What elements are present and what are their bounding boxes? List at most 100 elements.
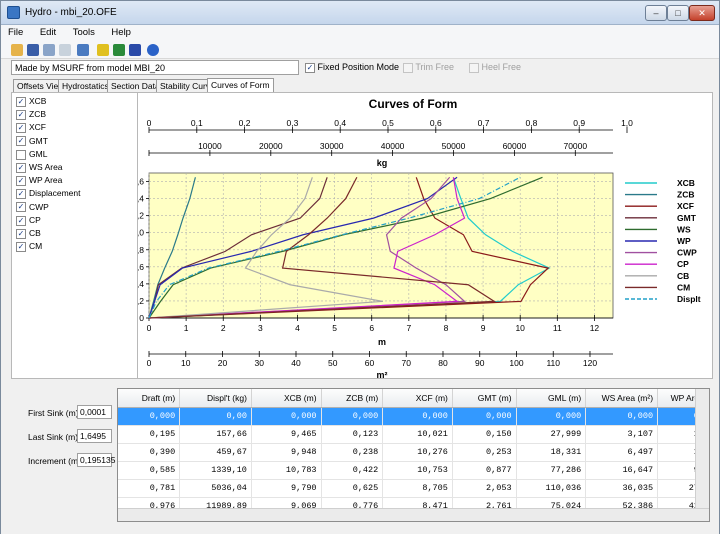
legend-label: CB xyxy=(677,271,689,281)
checkbox-xcf[interactable]: ✓ XCF xyxy=(16,122,46,134)
checkbox-box[interactable]: ✓ xyxy=(16,175,26,186)
table-cell: 10,783 xyxy=(251,461,322,480)
table-cell: 9,465 xyxy=(251,425,322,444)
y-tick-label: 0 xyxy=(139,313,144,323)
column-header[interactable]: Draft (m) xyxy=(118,389,181,408)
checkbox-box[interactable]: ✓ xyxy=(16,241,26,252)
y-tick-label: 1,4 xyxy=(138,194,144,204)
increment-input[interactable]: 0,195135 xyxy=(77,453,115,467)
table-cell: 8,705 xyxy=(382,479,453,498)
top-axis-1-tick-label: 0,3 xyxy=(286,118,298,128)
checkbox-gml[interactable]: GML xyxy=(16,149,47,160)
column-header[interactable]: GML (m) xyxy=(516,389,587,408)
save-icon[interactable] xyxy=(27,44,39,56)
tab-curves-of-form[interactable]: Curves of Form xyxy=(207,78,274,92)
table-row[interactable]: 0,390 459,67 9,948 0,238 10,276 0,253 18,331 6,… xyxy=(118,443,709,462)
table-cell: 0,000 xyxy=(251,407,322,426)
checkbox-gmt[interactable]: ✓ GMT xyxy=(16,136,48,147)
table-row[interactable]: 0,0000,000,0000,0000,0000,0000,0000,0000… xyxy=(118,407,709,426)
checkbox-box[interactable]: ✓ xyxy=(16,162,26,173)
checkbox-ws-area[interactable]: ✓ WS Area xyxy=(16,162,63,173)
y-tick-label: 1,6 xyxy=(138,177,144,187)
column-header[interactable]: XCF (m) xyxy=(382,389,453,408)
table-row[interactable]: 0,585 1339,10 10,783 0,422 10,753 0,877 77,286… xyxy=(118,461,709,480)
table-cell: 0,000 xyxy=(382,407,453,426)
checkbox-box[interactable]: ✓ xyxy=(16,136,26,147)
top-axis-2-label: kg xyxy=(377,158,388,168)
checkbox-wp-area[interactable]: ✓ WP Area xyxy=(16,175,62,186)
menu-help[interactable]: Help xyxy=(104,25,138,40)
checkbox-box[interactable]: ✓ xyxy=(16,228,26,239)
column-header[interactable]: XCB (m) xyxy=(251,389,322,408)
preview-icon[interactable] xyxy=(59,44,71,56)
copy-icon[interactable] xyxy=(77,44,89,56)
hull-icon[interactable] xyxy=(113,44,125,56)
bottom-axis-1-tick-label: 9 xyxy=(481,323,486,333)
checkbox-cp[interactable]: ✓ CP xyxy=(16,215,41,226)
close-button[interactable]: ✕ xyxy=(689,5,715,21)
table-row[interactable]: 0,781 5036,04 9,790 0,625 8,705 2,053 110,036 3… xyxy=(118,479,709,498)
column-header[interactable]: WS Area (m²) xyxy=(585,389,659,408)
open-icon[interactable] xyxy=(11,44,23,56)
chart-panel: Curves of Form 0 0,1 0,2 0,3 0,4 0,5 0,6 0,7 0,8 0… xyxy=(109,92,713,380)
ruler-icon[interactable] xyxy=(97,44,109,56)
table-cell: 459,67 xyxy=(179,443,252,462)
anchor-icon[interactable] xyxy=(129,44,141,56)
checkbox-box[interactable]: ✓ xyxy=(16,109,26,120)
title-bar: Hydro - mbi_20.OFE – □ ✕ xyxy=(1,1,719,25)
tab-hydrostatics[interactable]: Hydrostatics xyxy=(58,79,113,92)
checkbox-cwp[interactable]: ✓ CWP xyxy=(16,202,49,213)
table-cell: 36,035 xyxy=(585,479,659,498)
checkbox-label: CP xyxy=(29,214,41,225)
table-cell: 0,422 xyxy=(321,461,384,480)
table-cell: 9,790 xyxy=(251,479,322,498)
bottom-axis-1-tick-label: 10 xyxy=(515,323,525,333)
checkbox-displacement[interactable]: ✓ Displacement xyxy=(16,188,81,200)
top-axis-1-tick-label: 1,0 xyxy=(621,118,633,128)
first-sink-input[interactable]: 0,0001 xyxy=(77,405,112,419)
checkbox-label: CWP xyxy=(29,201,49,212)
top-axis-1-tick-label: 0,5 xyxy=(382,118,394,128)
column-header[interactable]: GMT (m) xyxy=(452,389,517,408)
table-cell: 0,000 xyxy=(516,407,587,426)
checkbox-label: ZCB xyxy=(29,109,46,120)
print-icon[interactable] xyxy=(43,44,55,56)
curve-selector-panel: ✓ XCB ✓ ZCB ✓ XCF ✓ GMT GML ✓ WS Area ✓ WP Area ✓ Disp… xyxy=(11,92,138,379)
fixed-position-option[interactable]: ✓ Fixed Position Mode xyxy=(305,62,399,73)
checkbox-label: Displacement xyxy=(29,188,81,199)
trim-free-label: Trim Free xyxy=(415,62,455,72)
checkbox-xcb[interactable]: ✓ XCB xyxy=(16,96,46,107)
bottom-axis-2-tick-label: 80 xyxy=(438,358,448,368)
last-sink-input[interactable]: 1,6495 xyxy=(77,429,112,443)
menu-edit[interactable]: Edit xyxy=(33,25,63,40)
checkbox-box[interactable]: ✓ xyxy=(16,96,26,107)
help-icon[interactable] xyxy=(147,44,159,56)
horizontal-scrollbar[interactable] xyxy=(118,508,709,521)
checkbox-cm[interactable]: ✓ CM xyxy=(16,241,42,252)
checkbox-box[interactable]: ✓ xyxy=(16,202,26,213)
top-axis-2-tick-label: 60000 xyxy=(503,141,527,151)
model-description-field[interactable]: Made by MSURF from model MBI_20 xyxy=(11,60,299,75)
column-header[interactable]: ZCB (m) xyxy=(321,389,384,408)
bottom-axis-2-tick-label: 0 xyxy=(147,358,152,368)
table-cell: 110,036 xyxy=(516,479,587,498)
checkbox-label: WS Area xyxy=(29,162,63,172)
checkbox-box[interactable]: ✓ xyxy=(16,123,26,134)
column-header[interactable]: Displ't (kg) xyxy=(179,389,252,408)
table-row[interactable]: 0,195 157,66 9,465 0,123 10,021 0,150 27,999 3,… xyxy=(118,425,709,444)
maximize-button[interactable]: □ xyxy=(667,5,689,21)
hydrostatics-grid: Draft (m) Displ't (kg) XCB (m) ZCB (m) XCF (… xyxy=(117,388,710,522)
menu-tools[interactable]: Tools xyxy=(66,25,102,40)
checkbox-zcb[interactable]: ✓ ZCB xyxy=(16,109,46,120)
checkbox-cb[interactable]: ✓ CB xyxy=(16,228,41,239)
bottom-axis-2-tick-label: 120 xyxy=(583,358,597,368)
checkbox-box[interactable]: ✓ xyxy=(16,189,26,200)
checkbox-box[interactable]: ✓ xyxy=(16,215,26,226)
menu-file[interactable]: File xyxy=(1,25,30,40)
checkbox-label: WP Area xyxy=(29,175,63,186)
fixed-position-checkbox[interactable]: ✓ xyxy=(305,62,315,73)
bottom-axis-2-tick-label: 20 xyxy=(218,358,228,368)
vertical-scrollbar[interactable] xyxy=(695,389,709,509)
checkbox-box[interactable] xyxy=(16,149,26,160)
minimize-button[interactable]: – xyxy=(645,5,667,21)
